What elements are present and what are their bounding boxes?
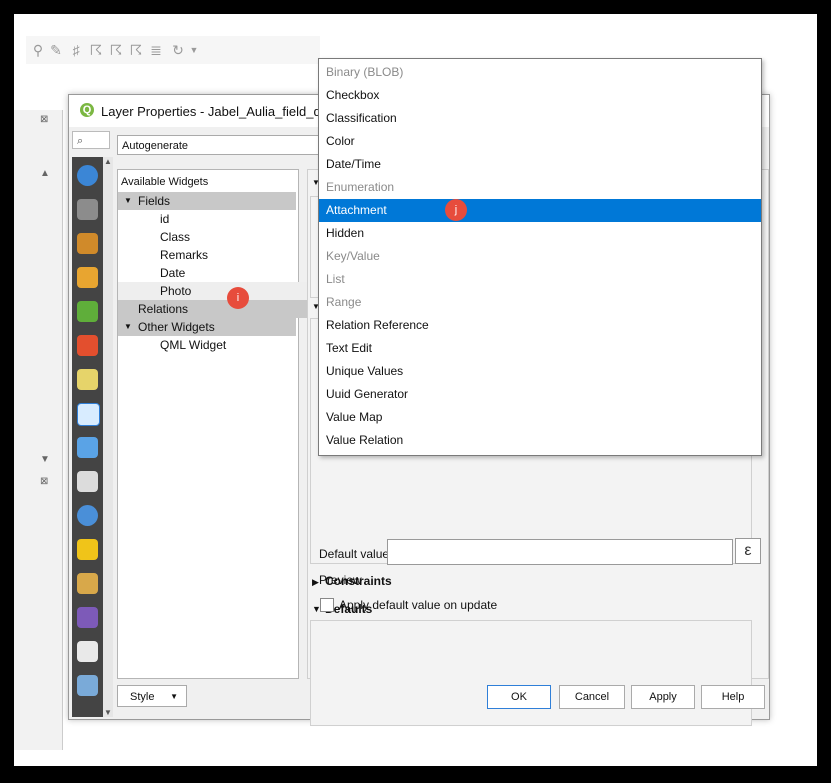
tree-item-relations[interactable]: Relations <box>118 300 316 318</box>
apply-default-label: Apply default value on update <box>339 598 498 612</box>
dropdown-item[interactable]: Checkbox <box>319 84 761 107</box>
tree-item-label: Other Widgets <box>138 320 215 334</box>
default-value-input[interactable] <box>387 539 733 565</box>
scroll-down-icon[interactable]: ▼ <box>40 454 50 465</box>
tree-item-field[interactable]: Remarks <box>118 246 338 264</box>
panel-close-icon[interactable]: ⊠ <box>40 476 48 487</box>
display-icon[interactable] <box>77 539 98 560</box>
labels-icon[interactable] <box>77 267 98 288</box>
qgis-layers-panel: ⊠ ▲ ▼ ⊠ <box>14 110 63 750</box>
search-icon: ⌕ <box>77 135 84 147</box>
tree-item-other-widgets[interactable]: ▼ Other Widgets <box>118 318 296 336</box>
dropdown-item: Enumeration <box>326 180 395 194</box>
tree-header: Available Widgets <box>121 176 209 188</box>
dropdown-item[interactable]: Uuid Generator <box>319 383 761 406</box>
dropdown-item[interactable]: Unique Values <box>319 360 761 383</box>
tree-item-field[interactable]: Date <box>118 264 338 282</box>
chevron-right-icon[interactable]: ▶ <box>312 577 319 588</box>
qgis-logo-icon: Q <box>80 103 94 117</box>
symbology-icon[interactable] <box>77 233 98 254</box>
dropdown-item[interactable]: Value Relation <box>319 429 761 452</box>
deselect-icon[interactable]: ☈ <box>128 43 144 57</box>
dependencies-icon[interactable] <box>77 675 98 696</box>
tree-item-qml-widget[interactable]: QML Widget <box>118 336 338 354</box>
side-search-input[interactable]: ⌕ <box>72 131 110 149</box>
node-tool-icon[interactable]: ♯ <box>68 43 84 57</box>
available-widgets-tree: Available Widgets ▼ Fields id Class Rema… <box>117 169 338 679</box>
tree-item-field[interactable]: Class <box>118 228 338 246</box>
dropdown-item[interactable]: Date/Time <box>319 153 761 176</box>
tree-item-label: Fields <box>138 194 171 208</box>
dropdown-item[interactable]: Color <box>319 130 761 153</box>
select-features-icon[interactable]: ☈ <box>88 43 104 57</box>
fields-icon[interactable] <box>77 369 98 390</box>
ok-button[interactable]: OK <box>487 685 551 709</box>
source-icon[interactable] <box>77 199 98 220</box>
attributes-form-icon[interactable] <box>77 403 100 426</box>
dropdown-item: Key/Value <box>326 249 380 263</box>
style-button-label: Style <box>130 691 155 703</box>
tree-item-field[interactable]: id <box>118 210 338 228</box>
rendering-icon[interactable] <box>77 573 98 594</box>
preview-label: Preview <box>319 573 362 587</box>
default-value-label: Default value <box>319 547 390 561</box>
diagrams-icon[interactable] <box>77 301 98 322</box>
dropdown-item[interactable]: Value Map <box>319 406 761 429</box>
apply-default-checkbox[interactable] <box>320 598 334 612</box>
annotation-marker-i: i <box>227 287 249 309</box>
layout-mode-combo[interactable]: Autogenerate <box>117 135 327 155</box>
refresh-icon[interactable]: ↻ <box>170 43 186 57</box>
auxiliary-storage-icon[interactable] <box>77 471 98 492</box>
cancel-button[interactable]: Cancel <box>559 685 625 709</box>
dropdown-item[interactable]: Relation Reference <box>319 314 761 337</box>
apply-button[interactable]: Apply <box>631 685 695 709</box>
annotation-marker-j: j <box>445 199 467 221</box>
chevron-down-icon: ▼ <box>170 692 178 701</box>
icon-bar-scrollbar[interactable]: ▲ ▼ <box>103 157 113 717</box>
dropdown-item: Binary (BLOB) <box>326 65 404 79</box>
help-button[interactable]: Help <box>701 685 765 709</box>
chevron-down-icon: ▼ <box>124 322 132 331</box>
defaults-group <box>310 620 752 726</box>
vertex-tool-icon[interactable]: ✎ <box>48 43 64 57</box>
select-by-value-icon[interactable]: ☈ <box>108 43 124 57</box>
tree-item-fields[interactable]: ▼ Fields <box>118 192 296 210</box>
dropdown-item: Range <box>326 295 362 309</box>
joins-icon[interactable] <box>77 437 98 458</box>
expression-builder-button[interactable]: ε <box>735 538 761 564</box>
scroll-down-icon[interactable]: ▼ <box>104 708 112 717</box>
dropdown-item-highlighted[interactable]: Attachment <box>319 199 761 222</box>
dropdown-item[interactable]: Text Edit <box>319 337 761 360</box>
variables-icon[interactable] <box>77 607 98 628</box>
attribute-table-icon[interactable]: ≣ <box>148 43 164 57</box>
style-button[interactable]: Style ▼ <box>117 685 187 707</box>
dialog-title: Layer Properties - Jabel_Aulia_field_dat… <box>101 104 339 119</box>
chevron-down-icon: ▼ <box>124 196 132 205</box>
dropdown-item[interactable]: Classification <box>319 107 761 130</box>
scroll-up-icon[interactable]: ▲ <box>104 157 112 166</box>
3d-view-icon[interactable] <box>77 335 98 356</box>
information-icon[interactable] <box>77 165 98 186</box>
chevron-down-icon[interactable]: ▼ <box>186 43 202 57</box>
qgis-toolbar: ⚲ ✎ ♯ ☈ ☈ ☈ ≣ ↻ ▼ <box>26 36 320 64</box>
metadata-icon[interactable] <box>77 641 98 662</box>
properties-icon-bar <box>72 157 103 717</box>
dropdown-item: List <box>326 272 345 286</box>
widget-type-dropdown: Binary (BLOB) Checkbox Classification Co… <box>318 58 762 456</box>
dropdown-item[interactable]: Hidden <box>319 222 761 245</box>
digitize-icon[interactable]: ⚲ <box>30 43 46 57</box>
actions-icon[interactable] <box>77 505 98 526</box>
panel-close-icon[interactable]: ⊠ <box>40 114 48 125</box>
scroll-up-icon[interactable]: ▲ <box>40 168 50 179</box>
